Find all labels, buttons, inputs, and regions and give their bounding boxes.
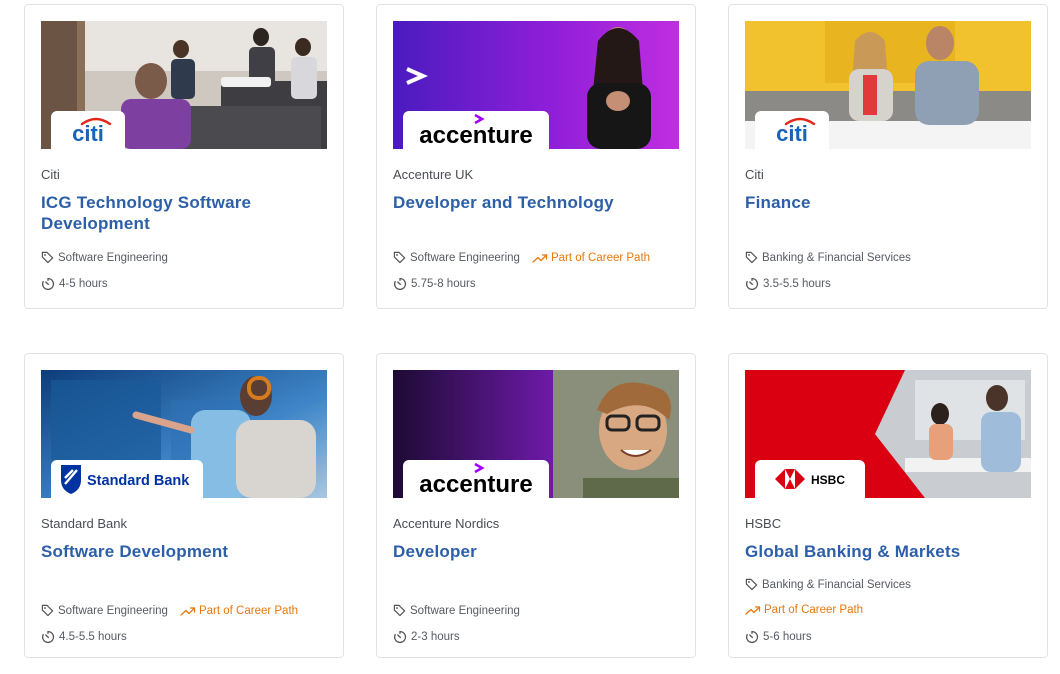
duration-row: 5.75-8 hours	[393, 277, 476, 291]
duration-row: 4-5 hours	[41, 277, 108, 291]
card-hero-image: accenture	[393, 21, 679, 149]
duration-row: 2-3 hours	[393, 630, 460, 644]
program-card[interactable]: citi Citi ICG Technology Software Develo…	[24, 4, 344, 309]
company-name: Accenture Nordics	[393, 516, 500, 531]
career-row: Part of Career Path	[745, 604, 863, 616]
citi-logo-icon: citi	[72, 117, 112, 144]
card-hero-image: citi	[745, 21, 1031, 149]
tag-row: Software Engineering	[393, 604, 520, 617]
program-title[interactable]: Developer	[393, 541, 673, 562]
tag-icon	[745, 251, 758, 264]
career-path-label: Part of Career Path	[550, 251, 651, 264]
company-name: Standard Bank	[41, 516, 128, 531]
duration-row: 4.5-5.5 hours	[41, 630, 127, 644]
program-card[interactable]: Standard Bank Standard Bank Software Dev…	[24, 353, 344, 658]
tag-icon	[393, 604, 406, 617]
company-logo: Standard Bank	[51, 460, 203, 498]
tag-icon	[41, 251, 54, 264]
company-name: Citi	[41, 167, 60, 182]
program-title[interactable]: ICG Technology Software Development	[41, 192, 321, 234]
svg-text:accenture: accenture	[419, 471, 532, 496]
career-path-badge: Part of Career Path	[745, 604, 863, 616]
tag-icon	[41, 604, 54, 617]
program-card[interactable]: HSBC HSBC Global Banking & Markets Banki…	[728, 353, 1048, 658]
tag-row: Software Engineering Part of Career Path	[41, 604, 298, 617]
tag-row: Banking & Financial Services	[745, 251, 911, 264]
company-name: HSBC	[745, 516, 782, 531]
trending-up-icon	[745, 604, 761, 616]
trending-up-icon	[180, 605, 196, 617]
career-path-label: Part of Career Path	[764, 604, 864, 616]
card-hero-image: accenture	[393, 370, 679, 498]
svg-text:HSBC: HSBC	[811, 473, 845, 487]
career-path-badge: Part of Career Path	[180, 605, 298, 617]
timer-icon	[41, 277, 55, 291]
program-title[interactable]: Software Development	[41, 541, 321, 562]
company-logo: citi	[755, 111, 829, 149]
category-tag: Banking & Financial Services	[762, 251, 911, 264]
duration: 4-5 hours	[59, 278, 108, 290]
duration: 5-6 hours	[763, 631, 812, 643]
hsbc-logo-icon: HSBC	[775, 469, 845, 489]
card-hero-image: citi	[41, 21, 327, 149]
category-tag: Software Engineering	[58, 251, 168, 264]
category-tag: Software Engineering	[410, 604, 520, 617]
accenture-logo-icon: accenture	[419, 462, 533, 496]
category-tag: Software Engineering	[410, 251, 520, 264]
tag-row: Banking & Financial Services	[745, 578, 911, 591]
svg-text:citi: citi	[776, 121, 808, 144]
program-card[interactable]: accenture Accenture Nordics Developer So…	[376, 353, 696, 658]
citi-logo-icon: citi	[776, 117, 816, 144]
accenture-logo-icon: accenture	[419, 113, 533, 147]
program-title[interactable]: Global Banking & Markets	[745, 541, 1025, 562]
category-tag: Banking & Financial Services	[762, 578, 911, 591]
svg-text:citi: citi	[72, 121, 104, 144]
company-logo: HSBC	[755, 460, 865, 498]
timer-icon	[41, 630, 55, 644]
svg-text:accenture: accenture	[419, 122, 532, 147]
tag-icon	[393, 251, 406, 264]
duration-row: 3.5-5.5 hours	[745, 277, 831, 291]
timer-icon	[745, 277, 759, 291]
company-logo: accenture	[403, 111, 549, 149]
trending-up-icon	[532, 252, 548, 264]
program-card[interactable]: accenture Accenture UK Developer and Tec…	[376, 4, 696, 309]
duration: 3.5-5.5 hours	[763, 278, 831, 290]
program-title[interactable]: Finance	[745, 192, 1025, 213]
program-title[interactable]: Developer and Technology	[393, 192, 673, 213]
duration-row: 5-6 hours	[745, 630, 812, 644]
card-hero-image: HSBC	[745, 370, 1031, 498]
timer-icon	[745, 630, 759, 644]
category-tag: Software Engineering	[58, 604, 168, 617]
tag-row: Software Engineering Part of Career Path	[393, 251, 650, 264]
program-card[interactable]: citi Citi Finance Banking & Financial Se…	[728, 4, 1048, 309]
tag-icon	[745, 578, 758, 591]
career-path-label: Part of Career Path	[198, 604, 299, 617]
duration: 2-3 hours	[411, 631, 460, 643]
svg-text:Standard Bank: Standard Bank	[87, 473, 190, 489]
tag-row: Software Engineering	[41, 251, 168, 264]
company-name: Accenture UK	[393, 167, 474, 182]
company-name: Citi	[745, 167, 764, 182]
standard-bank-logo-icon: Standard Bank	[61, 465, 190, 494]
company-logo: citi	[51, 111, 125, 149]
duration: 5.75-8 hours	[411, 278, 476, 290]
timer-icon	[393, 277, 407, 291]
timer-icon	[393, 630, 407, 644]
duration: 4.5-5.5 hours	[59, 631, 127, 643]
card-hero-image: Standard Bank	[41, 370, 327, 498]
company-logo: accenture	[403, 460, 549, 498]
career-path-badge: Part of Career Path	[532, 252, 650, 264]
